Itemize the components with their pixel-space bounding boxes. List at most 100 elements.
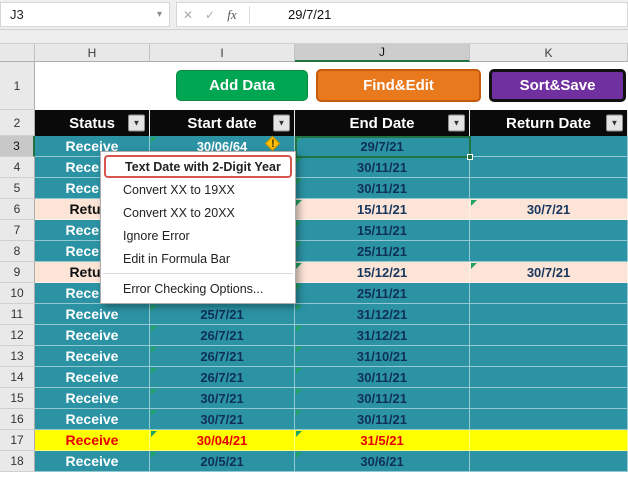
cell-status[interactable]: Receive xyxy=(35,325,150,346)
filter-dropdown-icon[interactable]: ▼ xyxy=(448,115,465,132)
row-number[interactable]: 4 xyxy=(0,157,35,178)
cell-end-date[interactable]: 31/12/21 xyxy=(295,304,470,325)
cell-return-date[interactable] xyxy=(470,157,628,178)
cell-end-date[interactable]: 15/11/21 xyxy=(295,199,470,220)
filter-dropdown-icon[interactable]: ▼ xyxy=(128,115,145,132)
row-number[interactable]: 11 xyxy=(0,304,35,325)
cell-end-date[interactable]: 25/11/21 xyxy=(295,283,470,304)
cell-end-date[interactable]: 31/5/21 xyxy=(295,430,470,451)
add-data-button[interactable]: Add Data xyxy=(176,70,308,101)
row-number[interactable]: 18 xyxy=(0,451,35,472)
cell-return-date[interactable] xyxy=(470,325,628,346)
select-all-corner[interactable] xyxy=(0,44,35,62)
filter-dropdown-icon[interactable]: ▼ xyxy=(273,115,290,132)
cell-status[interactable]: Receive xyxy=(35,451,150,472)
column-header-h[interactable]: H xyxy=(35,44,150,62)
cancel-icon[interactable]: ✕ xyxy=(177,8,199,22)
header-end-date[interactable]: End Date ▼ xyxy=(295,110,470,136)
cell-return-date[interactable] xyxy=(470,136,628,157)
enter-icon[interactable]: ✓ xyxy=(199,8,221,22)
row-number[interactable]: 13 xyxy=(0,346,35,367)
cell-end-date[interactable]: 25/11/21 xyxy=(295,241,470,262)
row-number[interactable]: 17 xyxy=(0,430,35,451)
cell-end-date[interactable]: 30/11/21 xyxy=(295,409,470,430)
row-number[interactable]: 15 xyxy=(0,388,35,409)
cell-return-date[interactable]: 30/7/21 xyxy=(470,262,628,283)
row-number[interactable]: 6 xyxy=(0,199,35,220)
cell-return-date[interactable] xyxy=(470,430,628,451)
cell-return-date[interactable] xyxy=(470,367,628,388)
cell-end-date[interactable]: 31/10/21 xyxy=(295,346,470,367)
row-number[interactable]: 16 xyxy=(0,409,35,430)
name-box[interactable]: J3 ▾ xyxy=(0,2,170,27)
menu-item-ignore-error[interactable]: Ignore Error xyxy=(101,224,295,247)
cell-status[interactable]: Receive xyxy=(35,304,150,325)
cell-start-date[interactable]: 30/04/21 xyxy=(150,430,295,451)
cell-end-date[interactable]: 15/12/21 xyxy=(295,262,470,283)
row-number[interactable]: 9 xyxy=(0,262,35,283)
column-header-j[interactable]: J xyxy=(295,44,470,62)
empty-cell[interactable] xyxy=(35,62,150,110)
column-header-i[interactable]: I xyxy=(150,44,295,62)
header-return-date[interactable]: Return Date ▼ xyxy=(470,110,628,136)
cell-start-date[interactable]: 30/7/21 xyxy=(150,409,295,430)
cell-start-date[interactable]: 30/7/21 xyxy=(150,388,295,409)
error-warning-icon[interactable]: ! xyxy=(265,136,281,152)
cell-end-date-selected[interactable]: 29/7/21 xyxy=(295,136,470,157)
table-row: 12 Receive 26/7/21 31/12/21 xyxy=(0,325,628,346)
cell-return-date[interactable] xyxy=(470,283,628,304)
cell-end-date[interactable]: 30/11/21 xyxy=(295,367,470,388)
menu-item-text-date-2-digit-year[interactable]: Text Date with 2-Digit Year xyxy=(104,155,292,178)
sort-save-button[interactable]: Sort&Save xyxy=(489,69,626,102)
table-row: 10 Receive 25/11/21 xyxy=(0,283,628,304)
cell-start-date[interactable]: 25/7/21 xyxy=(150,304,295,325)
header-start-date[interactable]: Start date ▼ xyxy=(150,110,295,136)
cell-end-date[interactable]: 30/11/21 xyxy=(295,388,470,409)
cell-end-date[interactable]: 15/11/21 xyxy=(295,220,470,241)
row-number[interactable]: 10 xyxy=(0,283,35,304)
row-number[interactable]: 12 xyxy=(0,325,35,346)
cell-status[interactable]: Receive xyxy=(35,409,150,430)
row-number[interactable]: 1 xyxy=(0,62,35,110)
cell-return-date[interactable] xyxy=(470,346,628,367)
cell-start-date[interactable]: 26/7/21 xyxy=(150,346,295,367)
cell-return-date[interactable]: 30/7/21 xyxy=(470,199,628,220)
row-number[interactable]: 7 xyxy=(0,220,35,241)
cell-start-date[interactable]: 26/7/21 xyxy=(150,367,295,388)
find-edit-button[interactable]: Find&Edit xyxy=(316,69,481,102)
cell-end-date[interactable]: 30/6/21 xyxy=(295,451,470,472)
cell-end-date[interactable]: 30/11/21 xyxy=(295,157,470,178)
cell-status[interactable]: Receive xyxy=(35,367,150,388)
formula-input[interactable]: 29/7/21 xyxy=(256,7,331,22)
cell-return-date[interactable] xyxy=(470,304,628,325)
cell-start-date[interactable]: 20/5/21 xyxy=(150,451,295,472)
menu-item-convert-20xx[interactable]: Convert XX to 20XX xyxy=(101,201,295,224)
cell-return-date[interactable] xyxy=(470,451,628,472)
name-box-dropdown-icon[interactable]: ▾ xyxy=(157,9,162,20)
cell-return-date[interactable] xyxy=(470,241,628,262)
cell-return-date[interactable] xyxy=(470,220,628,241)
cell-start-date[interactable]: 26/7/21 xyxy=(150,325,295,346)
cell-end-date[interactable]: 31/12/21 xyxy=(295,325,470,346)
row-number[interactable]: 3 xyxy=(0,136,35,157)
column-header-k[interactable]: K xyxy=(470,44,628,62)
cell-status[interactable]: Receive xyxy=(35,346,150,367)
cell-return-date[interactable] xyxy=(470,409,628,430)
header-return-date-label: Return Date xyxy=(506,115,591,132)
cell-return-date[interactable] xyxy=(470,388,628,409)
insert-function-icon[interactable]: fx xyxy=(221,7,243,23)
header-status[interactable]: Status ▼ xyxy=(35,110,150,136)
cell-status[interactable]: Receive xyxy=(35,430,150,451)
cell-return-date[interactable] xyxy=(470,178,628,199)
cell-status[interactable]: Receive xyxy=(35,388,150,409)
cell-end-date[interactable]: 30/11/21 xyxy=(295,178,470,199)
row-number[interactable]: 14 xyxy=(0,367,35,388)
menu-item-error-checking-options[interactable]: Error Checking Options... xyxy=(101,277,295,300)
filter-dropdown-icon[interactable]: ▼ xyxy=(606,115,623,132)
row-number[interactable]: 5 xyxy=(0,178,35,199)
row-number[interactable]: 2 xyxy=(0,110,35,136)
menu-item-convert-19xx[interactable]: Convert XX to 19XX xyxy=(101,178,295,201)
row-number[interactable]: 8 xyxy=(0,241,35,262)
table-row: 13 Receive 26/7/21 31/10/21 xyxy=(0,346,628,367)
menu-item-edit-in-formula-bar[interactable]: Edit in Formula Bar xyxy=(101,247,295,270)
